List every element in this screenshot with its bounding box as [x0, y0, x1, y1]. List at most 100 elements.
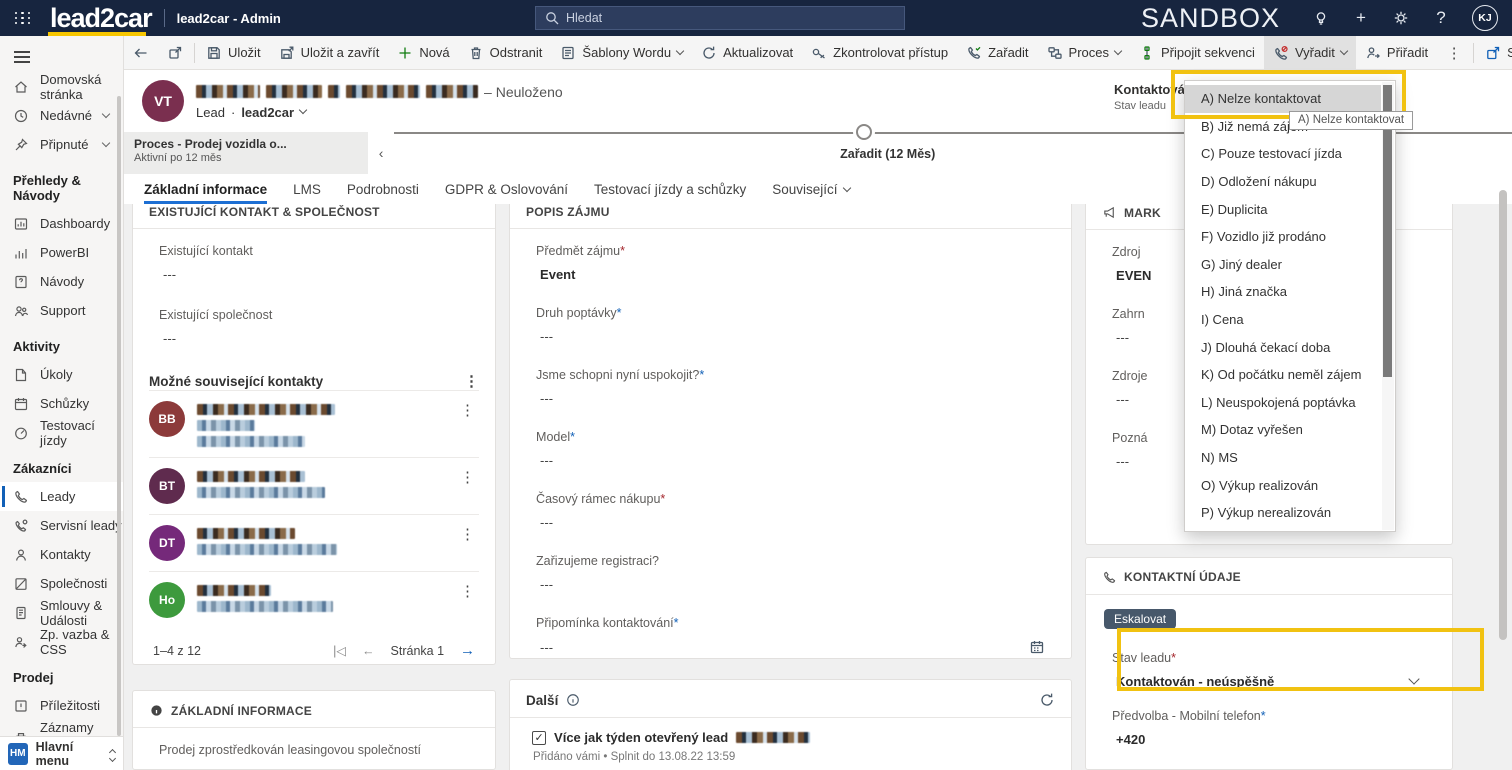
- todo-item[interactable]: ✓ Více jak týden otevřený lead Přidáno v…: [526, 730, 1055, 763]
- menu-item-j[interactable]: J) Dlouhá čekací doba: [1185, 333, 1381, 361]
- form-selector[interactable]: lead2car: [241, 105, 294, 120]
- more-options-icon[interactable]: ⋮: [460, 582, 479, 618]
- sidebar-item-recent[interactable]: Nedávné: [0, 101, 123, 130]
- lightbulb-icon[interactable]: [1312, 9, 1330, 27]
- menu-item-g[interactable]: G) Jiný dealer: [1185, 251, 1381, 279]
- process-button[interactable]: Proces: [1038, 36, 1130, 70]
- delete-button[interactable]: Odstranit: [459, 36, 552, 70]
- help-icon[interactable]: ?: [1432, 8, 1450, 27]
- chevron-down-icon[interactable]: [1408, 673, 1420, 685]
- sidebar-item-testovaci-jizdy[interactable]: Testovací jízdy: [0, 418, 123, 448]
- field-predvolba[interactable]: Předvolba - Mobilní telefon* +420: [1102, 709, 1436, 747]
- field-casovy-ramec[interactable]: Časový rámec nákupu* ---: [526, 492, 1055, 530]
- sidebar-item-servisni-leady[interactable]: Servisní leady: [0, 511, 123, 540]
- form-scrollbar[interactable]: [1499, 190, 1507, 640]
- sidebar-item-dashboardy[interactable]: Dashboardy: [0, 209, 123, 238]
- save-button[interactable]: Uložit: [197, 36, 270, 70]
- menu-item-m[interactable]: M) Dotaz vyřešen: [1185, 416, 1381, 444]
- tab-testovaci-jizdy[interactable]: Testovací jízdy a schůzky: [594, 182, 746, 204]
- menu-item-f[interactable]: F) Vozidlo již prodáno: [1185, 223, 1381, 251]
- sidebar-scrollbar[interactable]: [117, 96, 122, 736]
- connect-sequence-button[interactable]: Připojit sekvenci: [1130, 36, 1264, 70]
- menu-item-n[interactable]: N) MS: [1185, 444, 1381, 472]
- menu-item-c[interactable]: C) Pouze testovací jízda: [1185, 140, 1381, 168]
- plus-icon[interactable]: +: [1352, 8, 1370, 27]
- qualify-button[interactable]: Zařadit: [957, 36, 1037, 70]
- save-and-close-button[interactable]: Uložit a zavřít: [270, 36, 389, 70]
- contact-list-item[interactable]: DT ⋮: [149, 514, 480, 571]
- menu-item-k[interactable]: K) Od počátku neměl zájem: [1185, 361, 1381, 389]
- more-options-icon[interactable]: ⋮: [460, 468, 479, 504]
- prev-page-icon[interactable]: ←: [362, 644, 375, 658]
- contact-list-item[interactable]: BB ⋮: [149, 390, 480, 457]
- app-logo[interactable]: lead2car: [46, 3, 156, 36]
- field-existujici-spolecnost[interactable]: Existující společnost ---: [149, 308, 479, 346]
- field-druh-poptavky[interactable]: Druh poptávky* ---: [526, 306, 1055, 344]
- field-pripominka-kontaktovani[interactable]: Připomínka kontaktování* ---: [526, 616, 1055, 655]
- sidebar-item-powerbi[interactable]: PowerBI: [0, 238, 123, 267]
- checkbox-checked[interactable]: ✓: [532, 730, 547, 745]
- field-stav-leadu[interactable]: Stav leadu* Kontaktován - neúspěšně: [1102, 651, 1436, 689]
- tab-gdpr[interactable]: GDPR & Oslovování: [445, 182, 568, 204]
- global-search[interactable]: [535, 6, 905, 30]
- first-page-icon[interactable]: |◁: [333, 643, 346, 658]
- sidebar-item-navody[interactable]: Návody: [0, 267, 123, 296]
- menu-item-h[interactable]: H) Jiná značka: [1185, 278, 1381, 306]
- contact-list-item[interactable]: Ho ⋮: [149, 571, 480, 628]
- gear-icon[interactable]: [1392, 9, 1410, 27]
- tab-souvisejici[interactable]: Související: [772, 182, 851, 204]
- more-commands-button[interactable]: ⋮: [1437, 36, 1471, 70]
- tab-lms[interactable]: LMS: [293, 182, 321, 204]
- sidebar-item-home[interactable]: Domovská stránka: [0, 72, 123, 102]
- stage-progress-knob[interactable]: [856, 124, 873, 140]
- field-model[interactable]: Model* ---: [526, 430, 1055, 468]
- menu-item-i[interactable]: I) Cena: [1185, 306, 1381, 334]
- tab-podrobnosti[interactable]: Podrobnosti: [347, 182, 419, 204]
- tab-zakladni-informace[interactable]: Základní informace: [144, 182, 268, 204]
- word-templates-button[interactable]: Šablony Wordu: [551, 36, 692, 70]
- sidebar-item-spolecnosti[interactable]: Společnosti: [0, 569, 123, 598]
- field-existujici-kontakt[interactable]: Existující kontakt ---: [149, 244, 479, 282]
- disqualify-button[interactable]: Vyřadit: [1263, 35, 1356, 70]
- sidebar-footer[interactable]: HM Hlavní menu: [0, 736, 124, 770]
- sidebar-collapse-icon[interactable]: [8, 42, 48, 72]
- new-button[interactable]: Nová: [388, 36, 458, 70]
- search-input[interactable]: [566, 11, 883, 25]
- user-avatar[interactable]: KJ: [1472, 5, 1498, 31]
- more-options-icon[interactable]: ⋮: [464, 372, 479, 390]
- stage-scroll-left[interactable]: ‹: [368, 132, 394, 174]
- refresh-button[interactable]: Aktualizovat: [692, 36, 802, 70]
- menu-item-a[interactable]: A) Nelze kontaktovat: [1185, 85, 1381, 113]
- sidebar-item-schuzky[interactable]: Schůzky: [0, 389, 123, 418]
- menu-item-l[interactable]: L) Neuspokojená poptávka: [1185, 389, 1381, 417]
- assign-button[interactable]: Přiřadit: [1356, 36, 1437, 70]
- sidebar-item-leady[interactable]: Leady: [0, 482, 124, 511]
- field-jsme-schopni[interactable]: Jsme schopni nyní uspokojit?* ---: [526, 368, 1055, 406]
- calendar-icon[interactable]: [1029, 639, 1045, 655]
- menu-item-o[interactable]: O) Výkup realizován: [1185, 471, 1381, 499]
- sidebar-item-prilezitosti[interactable]: Příležitosti: [0, 691, 123, 720]
- waffle-menu-icon[interactable]: [0, 0, 46, 36]
- more-options-icon[interactable]: ⋮: [460, 401, 479, 447]
- switcher-icon[interactable]: [109, 746, 117, 763]
- contact-list-item[interactable]: BT ⋮: [149, 457, 480, 514]
- sidebar-item-kontakty[interactable]: Kontakty: [0, 540, 123, 569]
- menu-item-d[interactable]: D) Odložení nákupu: [1185, 168, 1381, 196]
- sidebar-item-support[interactable]: Support: [0, 296, 123, 325]
- sidebar-item-pinned[interactable]: Připnuté: [0, 130, 123, 159]
- process-stage-box[interactable]: Proces - Prodej vozidla o... Aktivní po …: [124, 132, 369, 174]
- share-button[interactable]: Sdílet: [1476, 36, 1512, 70]
- sidebar-item-smlouvy[interactable]: Smlouvy & Události: [0, 598, 123, 628]
- menu-item-p[interactable]: P) Výkup nerealizován: [1185, 499, 1381, 527]
- check-access-button[interactable]: Zkontrolovat přístup: [802, 36, 957, 70]
- more-options-icon[interactable]: ⋮: [460, 525, 479, 561]
- field-zarizujeme-registraci[interactable]: Zařizujeme registraci? ---: [526, 554, 1055, 592]
- dropdown-scrollbar-track[interactable]: [1382, 82, 1394, 530]
- field-predmet-zajmu[interactable]: Předmět zájmu* Event: [526, 244, 1055, 282]
- popout-button[interactable]: [158, 36, 192, 70]
- menu-item-e[interactable]: E) Duplicita: [1185, 195, 1381, 223]
- sidebar-item-zaznamy-prodeju[interactable]: Záznamy prodejů: [0, 720, 123, 736]
- info-icon[interactable]: [566, 693, 580, 707]
- next-page-icon[interactable]: →: [460, 642, 475, 659]
- field-prodej-zprostredkovan[interactable]: Prodej zprostředkován leasingovou společ…: [149, 743, 479, 757]
